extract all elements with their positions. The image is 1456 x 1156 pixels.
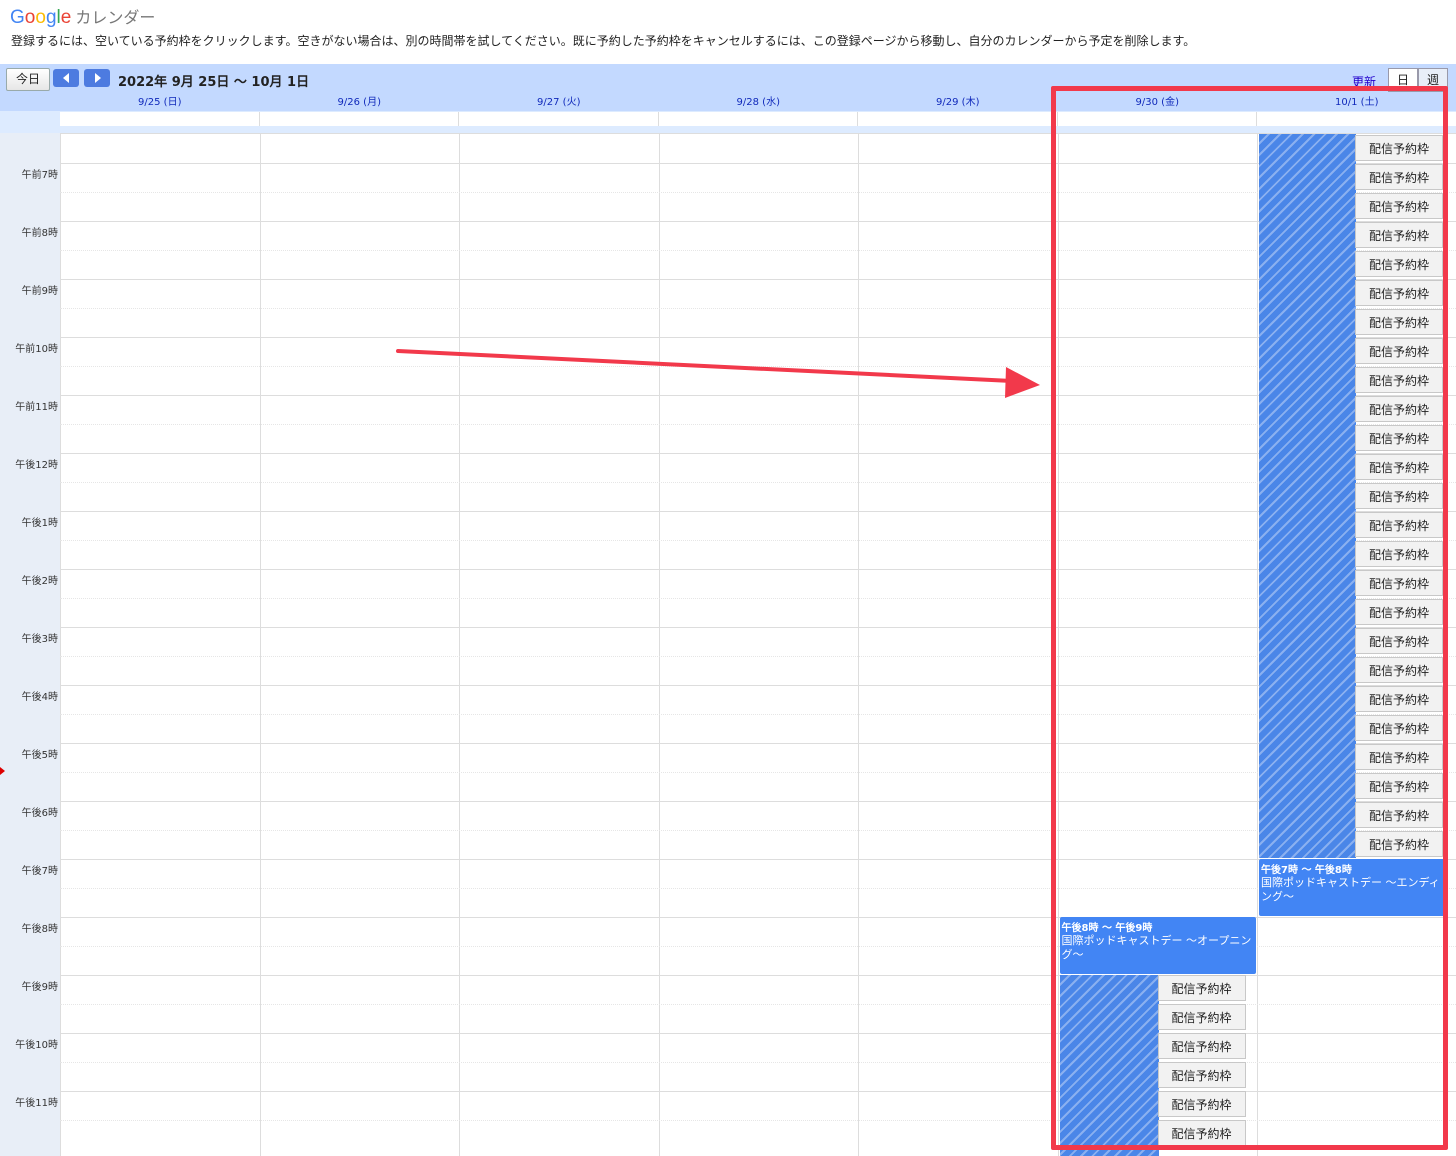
google-logo: Google カレンダー [10, 7, 156, 28]
booking-instructions: 登録するには、空いている予約枠をクリックします。空きがない場合は、別の時間帯を試… [11, 34, 1196, 48]
chevron-left-icon [63, 73, 69, 83]
day-column-divider [858, 133, 859, 1156]
hour-label: 午後10時 [15, 1040, 58, 1051]
hour-label: 午後1時 [21, 518, 58, 529]
all-day-cell[interactable] [658, 112, 858, 126]
hour-label: 午後2時 [21, 576, 58, 587]
day-header[interactable]: 9/25 (日) [60, 95, 260, 111]
day-header[interactable]: 9/27 (火) [459, 95, 659, 111]
hour-label: 午前11時 [15, 402, 58, 413]
current-time-marker [0, 767, 5, 775]
date-range: 2022年 9月 25日 〜 10月 1日 [118, 75, 310, 90]
all-day-cell[interactable] [259, 112, 459, 126]
hour-label: 午後7時 [21, 866, 58, 877]
chevron-right-icon [95, 73, 101, 83]
hour-label: 午前7時 [21, 170, 58, 181]
hour-label: 午後6時 [21, 808, 58, 819]
hour-label: 午前10時 [15, 344, 58, 355]
hour-label: 午後5時 [21, 750, 58, 761]
all-day-cell[interactable] [858, 112, 1058, 126]
hour-label: 午後11時 [15, 1098, 58, 1109]
hour-label: 午後4時 [21, 692, 58, 703]
hour-label: 午前9時 [21, 286, 58, 297]
next-week-button[interactable] [84, 69, 110, 87]
hour-label: 午後8時 [21, 924, 58, 935]
day-header[interactable]: 9/29 (木) [858, 95, 1058, 111]
app-name: カレンダー [75, 10, 156, 27]
day-header[interactable]: 9/28 (水) [659, 95, 859, 111]
all-day-cell[interactable] [60, 112, 260, 126]
day-column-divider [60, 133, 61, 1156]
day-header[interactable]: 9/26 (月) [260, 95, 460, 111]
prev-week-button[interactable] [53, 69, 79, 87]
day-column-divider [259, 133, 261, 1156]
hour-label: 午後3時 [21, 634, 58, 645]
day-column-divider [459, 133, 460, 1156]
hour-label: 午後9時 [21, 982, 58, 993]
all-day-cell[interactable] [459, 112, 659, 126]
day-column-divider [658, 133, 660, 1156]
hour-label: 午前8時 [21, 228, 58, 239]
hour-label: 午後12時 [15, 460, 58, 471]
today-button[interactable]: 今日 [6, 68, 50, 91]
highlight-annotation-box [1051, 86, 1448, 1150]
